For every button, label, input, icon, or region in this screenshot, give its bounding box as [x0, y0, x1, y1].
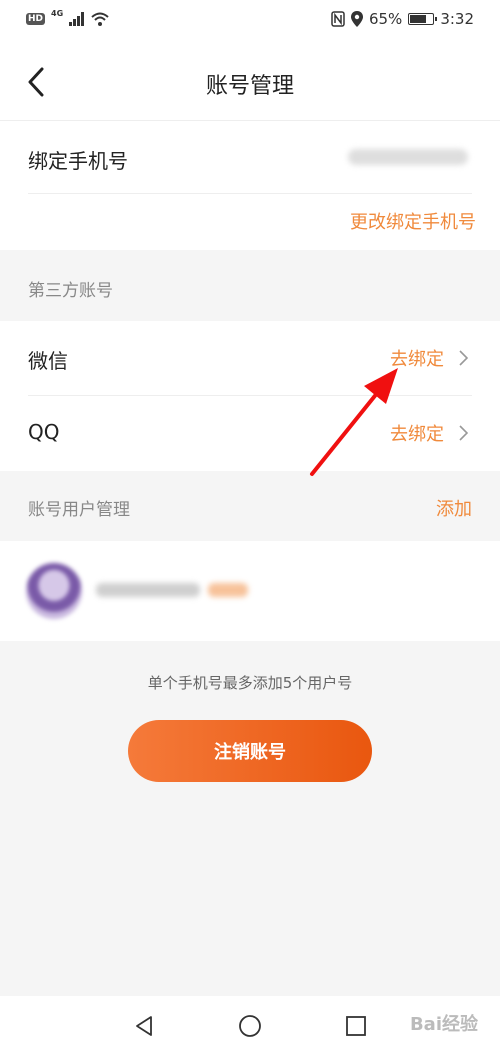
change-phone-link[interactable]: 更改绑定手机号	[350, 208, 476, 234]
phone-row: 绑定手机号	[28, 121, 472, 194]
account-users-header: 账号用户管理 添加	[0, 471, 500, 541]
qq-label: QQ	[28, 420, 60, 444]
triangle-back-icon	[136, 1016, 152, 1036]
limit-note: 单个手机号最多添加5个用户号	[147, 674, 353, 692]
nav-home-button[interactable]	[236, 1012, 264, 1040]
chevron-right-icon	[459, 350, 468, 366]
nav-back-button[interactable]	[130, 1012, 158, 1040]
page-title: 账号管理	[205, 74, 294, 99]
status-left: HD 4G	[26, 8, 109, 26]
qq-row[interactable]: QQ 去绑定	[28, 396, 472, 470]
avatar	[26, 563, 82, 619]
third-party-section: 微信 去绑定 QQ 去绑定	[0, 321, 500, 471]
chevron-right-icon	[459, 425, 468, 441]
square-recents-icon	[346, 1016, 366, 1036]
signal-icon	[69, 12, 85, 26]
circle-home-icon	[239, 1015, 261, 1037]
add-user-button[interactable]: 添加	[436, 495, 472, 521]
user-list-item[interactable]	[0, 541, 500, 641]
third-party-section-title: 第三方账号	[28, 281, 113, 301]
wifi-icon	[91, 12, 109, 26]
account-users-title: 账号用户管理	[28, 500, 130, 520]
status-bar: HD 4G 65% 3:32	[0, 0, 500, 44]
wechat-label: 微信	[28, 349, 68, 373]
user-list	[0, 541, 500, 641]
location-icon	[350, 11, 363, 27]
user-tag-blurred	[208, 583, 248, 597]
phone-number-blurred	[348, 149, 468, 165]
title-bar: 账号管理	[0, 44, 500, 121]
hd-badge: HD	[26, 13, 46, 25]
battery-level	[410, 15, 426, 23]
qq-bind-button[interactable]: 去绑定	[390, 420, 468, 446]
cancel-account-button[interactable]: 注销账号	[128, 720, 372, 782]
network-type: 4G	[51, 8, 64, 18]
nav-recents-button[interactable]	[342, 1012, 370, 1040]
watermark: Bai经验	[409, 1014, 478, 1035]
battery-percent: 65%	[368, 10, 403, 28]
wechat-row[interactable]: 微信 去绑定	[28, 321, 472, 396]
status-right: 65% 3:32	[331, 10, 474, 28]
qq-bind-text: 去绑定	[390, 424, 444, 445]
wechat-bind-text: 去绑定	[390, 349, 444, 370]
battery-icon	[408, 13, 438, 25]
wechat-bind-button[interactable]: 去绑定	[390, 345, 468, 371]
nfc-icon	[331, 11, 345, 27]
clock: 3:32	[440, 10, 474, 28]
username-blurred	[96, 583, 200, 597]
phone-label: 绑定手机号	[28, 149, 128, 173]
